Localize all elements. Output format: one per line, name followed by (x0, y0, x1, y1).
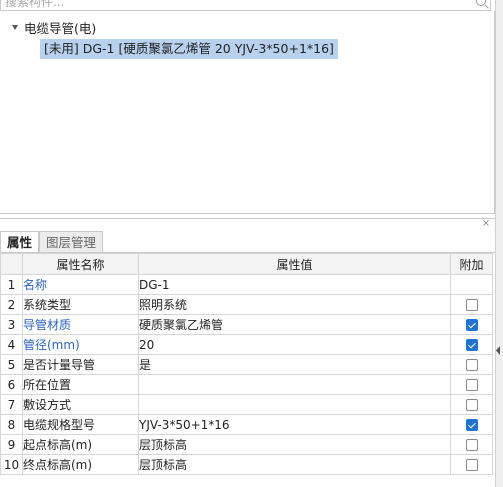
extra-checkbox[interactable] (465, 339, 478, 351)
property-value[interactable]: 20 (138, 334, 451, 355)
table-row[interactable]: 4 管径(mm) 20 (0, 334, 493, 355)
column-header-extra: 附加 (450, 253, 493, 275)
extra-checkbox[interactable] (465, 419, 478, 431)
row-index: 8 (0, 414, 23, 435)
property-table: 属性名称 属性值 附加 1 名称 DG-1 2 系统类型 照明系统 3 导管材质 硬质聚氯乙烯管… (0, 253, 493, 475)
property-panel: × 属性 图层管理 属性名称 属性值 附加 1 名称 DG-1 2 系统类型 照明系统 3 导… (0, 218, 495, 487)
close-icon[interactable]: × (481, 219, 491, 229)
property-value[interactable]: 层顶标高 (138, 434, 451, 455)
extra-checkbox[interactable] (465, 359, 478, 371)
table-row[interactable]: 3 导管材质 硬质聚氯乙烯管 (0, 314, 493, 335)
property-name: 是否计量导管 (22, 354, 139, 375)
property-name: 起点标高(m) (22, 434, 139, 455)
extra-cell (450, 374, 493, 395)
row-index: 4 (0, 334, 23, 355)
tree-node-cable-conduit[interactable]: 电缆导管(电) (12, 19, 97, 36)
component-tree: 电缆导管(电) [未用] DG-1 [硬质聚氯乙烯管 20 YJV-3*50+1… (0, 11, 495, 214)
tree-item-dg-1[interactable]: [未用] DG-1 [硬质聚氯乙烯管 20 YJV-3*50+1*16] (40, 39, 338, 59)
table-row[interactable]: 9 起点标高(m) 层顶标高 (0, 434, 493, 455)
property-name: 管径(mm) (22, 334, 139, 355)
row-index: 5 (0, 354, 23, 375)
extra-cell (450, 334, 493, 355)
property-value[interactable]: 照明系统 (138, 294, 451, 315)
extra-cell (450, 314, 493, 335)
search-input[interactable]: 搜索构件... (0, 0, 491, 11)
table-row[interactable]: 5 是否计量导管是 (0, 354, 493, 375)
extra-cell (450, 274, 493, 295)
table-row[interactable]: 10 终点标高(m) 层顶标高 (0, 454, 493, 475)
row-index: 9 (0, 434, 23, 455)
row-index: 10 (0, 454, 23, 475)
extra-cell (450, 434, 493, 455)
table-header-row: 属性名称 属性值 附加 (0, 253, 493, 275)
property-value[interactable] (138, 394, 451, 415)
table-row[interactable]: 7 敷设方式 (0, 394, 493, 415)
row-index: 3 (0, 314, 23, 335)
extra-checkbox[interactable] (465, 399, 478, 411)
table-row[interactable]: 1 名称 DG-1 (0, 274, 493, 295)
expand-arrow-icon[interactable] (12, 24, 18, 30)
property-name: 导管材质 (22, 314, 139, 335)
extra-cell (450, 354, 493, 375)
extra-cell (450, 394, 493, 415)
row-index: 6 (0, 374, 23, 395)
column-header-index (0, 253, 23, 275)
row-index: 1 (0, 274, 23, 295)
tab-layer-management[interactable]: 图层管理 (39, 231, 104, 252)
extra-checkbox[interactable] (465, 299, 478, 311)
tab-properties[interactable]: 属性 (0, 231, 40, 253)
tree-node-label: 电缆导管(电) (24, 20, 97, 36)
property-name: 电缆规格型号 (22, 414, 139, 435)
extra-cell (450, 294, 493, 315)
property-name: 所在位置 (22, 374, 139, 395)
property-value[interactable]: YJV-3*50+1*16 (138, 414, 451, 435)
property-value[interactable]: DG-1 (138, 274, 451, 295)
property-name: 名称 (22, 274, 139, 295)
column-header-name: 属性名称 (22, 253, 139, 275)
column-header-value: 属性值 (138, 253, 451, 275)
side-splitter[interactable] (495, 0, 503, 487)
table-row[interactable]: 6 所在位置 (0, 374, 493, 395)
extra-cell (450, 414, 493, 435)
property-name: 系统类型 (22, 294, 139, 315)
row-index: 2 (0, 294, 23, 315)
extra-checkbox[interactable] (465, 439, 478, 451)
property-value[interactable]: 是 (138, 354, 451, 375)
property-name: 终点标高(m) (22, 454, 139, 475)
table-row[interactable]: 8 电缆规格型号 YJV-3*50+1*16 (0, 414, 493, 435)
extra-cell (450, 454, 493, 475)
panel-tabs: 属性 图层管理 (0, 231, 104, 253)
row-index: 7 (0, 394, 23, 415)
search-placeholder: 搜索构件... (5, 0, 65, 9)
property-name: 敷设方式 (22, 394, 139, 415)
property-value[interactable]: 硬质聚氯乙烯管 (138, 314, 451, 335)
property-value[interactable] (138, 374, 451, 395)
search-icon[interactable] (476, 0, 486, 6)
extra-checkbox[interactable] (465, 459, 478, 471)
extra-checkbox[interactable] (465, 379, 478, 391)
table-row[interactable]: 2 系统类型 照明系统 (0, 294, 493, 315)
property-value[interactable]: 层顶标高 (138, 454, 451, 475)
extra-checkbox[interactable] (465, 319, 478, 331)
